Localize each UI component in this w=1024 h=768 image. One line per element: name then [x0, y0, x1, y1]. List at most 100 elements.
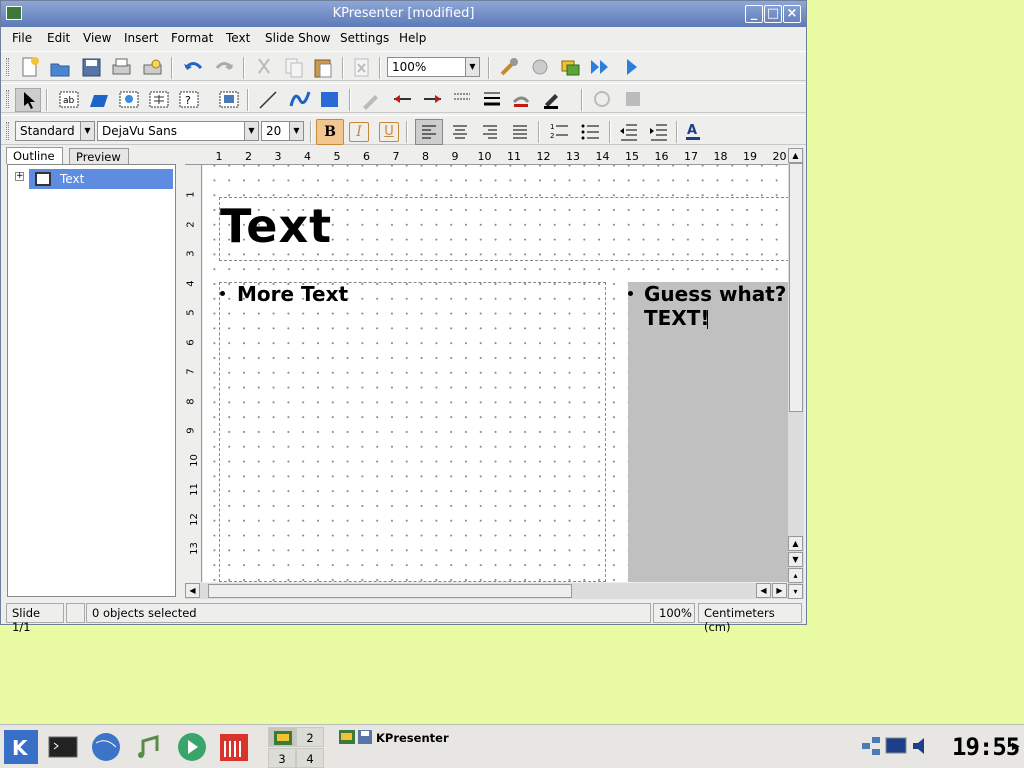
minimize-button[interactable]: _ — [745, 5, 763, 23]
volume-icon[interactable] — [910, 735, 932, 757]
right-bullet-line-1[interactable]: Guess what? — [644, 282, 786, 306]
slide-canvas[interactable]: Text More Text Guess what? TEXT! — [203, 165, 788, 582]
menu-settings[interactable]: Settings — [340, 31, 389, 45]
scroll-thumb[interactable] — [208, 584, 572, 598]
pen-icon[interactable] — [360, 88, 382, 110]
browser-icon[interactable] — [90, 731, 122, 763]
open-folder-icon[interactable] — [49, 56, 71, 78]
network-icon[interactable] — [860, 735, 882, 757]
panel-arrow-icon[interactable]: ▶ — [1012, 741, 1020, 752]
line-end-icon[interactable] — [421, 88, 443, 110]
freehand-tool-icon[interactable] — [289, 88, 311, 110]
redo-icon[interactable] — [213, 56, 235, 78]
vertical-scrollbar[interactable]: ▲ ▲ ▼ ▴ ▾ — [788, 148, 804, 599]
paste-icon[interactable] — [312, 56, 334, 78]
table-tool-icon[interactable] — [148, 88, 170, 110]
formula-tool-icon[interactable]: ? — [178, 88, 200, 110]
outline-item[interactable]: Text — [29, 169, 173, 189]
clock[interactable]: 19:55 — [952, 733, 1020, 761]
zoom-select[interactable]: 100% ▼ — [387, 57, 480, 77]
outline-color-icon[interactable] — [541, 88, 563, 110]
maximize-button[interactable]: □ — [764, 5, 782, 23]
body-frame[interactable] — [219, 282, 606, 582]
menu-text[interactable]: Text — [226, 31, 250, 45]
save-icon[interactable] — [80, 56, 102, 78]
scroll-first-button[interactable]: ▴ — [788, 568, 803, 583]
prev-slide-button[interactable]: ▲ — [788, 536, 803, 551]
slide-settings-icon[interactable] — [529, 56, 551, 78]
tab-preview[interactable]: Preview — [69, 148, 129, 165]
tab-outline[interactable]: Outline — [6, 147, 63, 164]
task-kpresenter[interactable]: KPresenter — [336, 728, 456, 748]
menu-slide-show[interactable]: Slide Show — [265, 31, 330, 45]
numbered-list-icon[interactable]: 12 — [548, 120, 570, 142]
desktop-1[interactable] — [268, 727, 296, 747]
terminal-icon[interactable] — [47, 731, 79, 763]
new-document-icon[interactable] — [19, 56, 41, 78]
media-player-icon[interactable] — [176, 731, 208, 763]
right-bullet-line-2[interactable]: TEXT! — [644, 306, 710, 330]
play-icon[interactable] — [621, 56, 643, 78]
toolbar-handle[interactable] — [6, 58, 9, 76]
desktop-3[interactable]: 3 — [268, 748, 296, 768]
insert-object-icon[interactable] — [218, 88, 240, 110]
next-slide-button[interactable]: ▼ — [788, 552, 803, 567]
decrease-indent-icon[interactable] — [617, 120, 639, 142]
bold-button[interactable]: B — [316, 119, 344, 145]
cut-icon[interactable] — [253, 56, 275, 78]
scroll-left-button-2[interactable]: ◀ — [756, 583, 771, 598]
left-bullet-text[interactable]: More Text — [237, 282, 348, 306]
font-size-select[interactable]: 20 ▼ — [261, 121, 304, 141]
configure-icon[interactable] — [498, 56, 520, 78]
paragraph-style-select[interactable]: Standard ▼ — [15, 121, 95, 141]
start-slideshow-icon[interactable] — [589, 56, 611, 78]
scroll-right-button[interactable]: ▶ — [772, 583, 787, 598]
increase-indent-icon[interactable] — [647, 120, 669, 142]
text-color-icon[interactable]: A — [684, 120, 706, 142]
select-tool-icon[interactable] — [15, 88, 41, 112]
vertical-ruler[interactable]: 1 2 3 4 5 6 7 8 9 10 11 12 13 — [185, 165, 202, 582]
font-family-select[interactable]: DejaVu Sans ▼ — [97, 121, 259, 141]
text-tool-icon[interactable]: ab — [58, 88, 80, 110]
align-right-icon[interactable] — [479, 120, 501, 142]
close-button[interactable]: × — [783, 5, 801, 23]
copy-icon[interactable] — [283, 56, 305, 78]
align-left-icon[interactable] — [415, 119, 443, 145]
kde-menu-icon[interactable]: K — [4, 730, 38, 764]
underline-button[interactable]: U — [379, 122, 399, 142]
print-preview-icon[interactable] — [141, 56, 163, 78]
shape-tool-icon[interactable] — [319, 88, 341, 110]
display-icon[interactable] — [885, 735, 907, 757]
slide-title[interactable]: Text — [220, 199, 332, 253]
horizontal-ruler[interactable]: 1 2 3 4 5 6 7 8 9 10 11 12 13 14 15 16 17 18 19 20 — [185, 148, 788, 165]
menu-view[interactable]: View — [83, 31, 111, 45]
toolbar-handle[interactable] — [6, 122, 9, 140]
fill-color-icon[interactable] — [511, 88, 533, 110]
align-center-icon[interactable] — [449, 120, 471, 142]
italic-button[interactable]: I — [349, 122, 369, 142]
line-begin-icon[interactable] — [391, 88, 413, 110]
align-justify-icon[interactable] — [509, 120, 531, 142]
shadow-icon[interactable] — [622, 88, 644, 110]
scroll-thumb[interactable] — [789, 163, 803, 412]
chart-tool-icon[interactable] — [118, 88, 140, 110]
transition-icon[interactable] — [559, 56, 581, 78]
scroll-left-button[interactable]: ◀ — [185, 583, 200, 598]
menu-insert[interactable]: Insert — [124, 31, 158, 45]
menu-format[interactable]: Format — [171, 31, 213, 45]
horizontal-scrollbar[interactable]: ◀ ◀ ▶ — [185, 583, 788, 599]
music-player-icon[interactable] — [133, 731, 165, 763]
print-icon[interactable] — [110, 56, 132, 78]
scroll-down-button[interactable]: ▾ — [788, 584, 803, 599]
expand-icon[interactable]: + — [15, 172, 24, 181]
title-bar[interactable]: KPresenter [modified] _ □ × — [1, 1, 806, 27]
line-tool-icon[interactable] — [257, 88, 279, 110]
menu-file[interactable]: File — [12, 31, 32, 45]
picture-tool-icon[interactable] — [88, 88, 110, 110]
desktop-2[interactable]: 2 — [296, 727, 324, 747]
line-width-icon[interactable] — [481, 88, 503, 110]
menu-edit[interactable]: Edit — [47, 31, 70, 45]
rotate-icon[interactable] — [591, 88, 613, 110]
undo-icon[interactable] — [182, 56, 204, 78]
scroll-up-button[interactable]: ▲ — [788, 148, 803, 163]
